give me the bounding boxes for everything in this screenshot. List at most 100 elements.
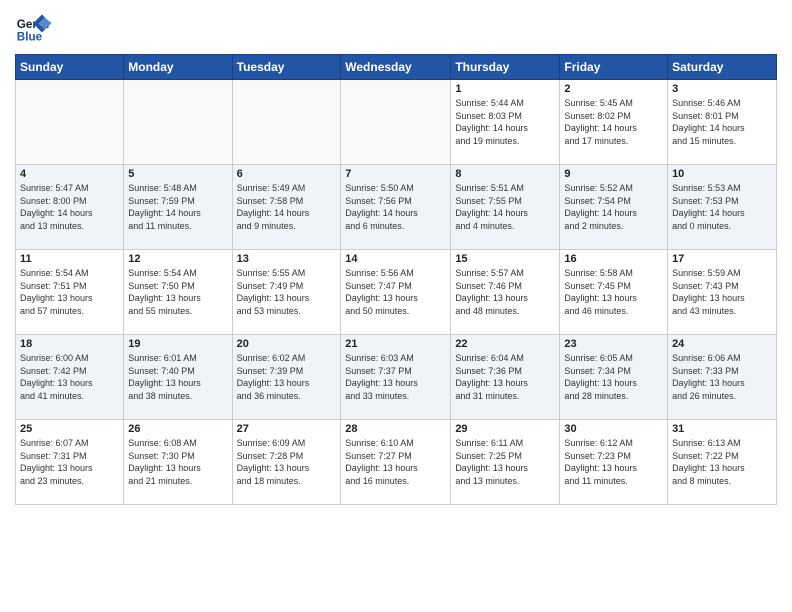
calendar-cell: 9Sunrise: 5:52 AM Sunset: 7:54 PM Daylig…: [560, 165, 668, 250]
day-info: Sunrise: 6:10 AM Sunset: 7:27 PM Dayligh…: [345, 437, 446, 487]
day-info: Sunrise: 5:56 AM Sunset: 7:47 PM Dayligh…: [345, 267, 446, 317]
calendar-cell: 30Sunrise: 6:12 AM Sunset: 7:23 PM Dayli…: [560, 420, 668, 505]
day-info: Sunrise: 6:05 AM Sunset: 7:34 PM Dayligh…: [564, 352, 663, 402]
day-info: Sunrise: 5:44 AM Sunset: 8:03 PM Dayligh…: [455, 97, 555, 147]
calendar-cell: 16 Sunrise: 5:58 AM Sunset: 7:45 PM Dayli…: [560, 250, 668, 335]
calendar-cell: 19Sunrise: 6:01 AM Sunset: 7:40 PM Dayli…: [124, 335, 232, 420]
calendar-cell: 13 Sunrise: 5:55 AM Sunset: 7:49 PM Dayli…: [232, 250, 341, 335]
week-row-1: 1 Sunrise: 5:44 AM Sunset: 8:03 PM Daylig…: [16, 80, 777, 165]
weekday-header-sunday: Sunday: [16, 55, 124, 80]
day-number: 16: [564, 253, 663, 265]
calendar-cell: 7 Sunrise: 5:50 AM Sunset: 7:56 PM Daylig…: [341, 165, 451, 250]
calendar-cell: 31Sunrise: 6:13 AM Sunset: 7:22 PM Dayli…: [668, 420, 777, 505]
calendar-cell: 21 Sunrise: 6:03 AM Sunset: 7:37 PM Dayli…: [341, 335, 451, 420]
calendar-cell: 4 Sunrise: 5:47 AM Sunset: 8:00 PM Daylig…: [16, 165, 124, 250]
calendar-cell: 26Sunrise: 6:08 AM Sunset: 7:30 PM Dayli…: [124, 420, 232, 505]
calendar-cell: 11 Sunrise: 5:54 AM Sunset: 7:51 PM Dayli…: [16, 250, 124, 335]
day-number: 7: [345, 168, 446, 180]
day-info: Sunrise: 6:11 AM Sunset: 7:25 PM Dayligh…: [455, 437, 555, 487]
calendar: SundayMondayTuesdayWednesdayThursdayFrid…: [15, 54, 777, 505]
day-info: Sunrise: 5:58 AM Sunset: 7:45 PM Dayligh…: [564, 267, 663, 317]
day-number: 3: [672, 83, 772, 95]
logo: General Blue: [15, 10, 55, 46]
calendar-cell: 10Sunrise: 5:53 AM Sunset: 7:53 PM Dayli…: [668, 165, 777, 250]
day-number: 6: [237, 168, 337, 180]
calendar-cell: 6 Sunrise: 5:49 AM Sunset: 7:58 PM Daylig…: [232, 165, 341, 250]
day-number: 29: [455, 423, 555, 435]
day-number: 9: [564, 168, 663, 180]
calendar-cell: 15 Sunrise: 5:57 AM Sunset: 7:46 PM Dayli…: [451, 250, 560, 335]
day-number: 8: [455, 168, 555, 180]
calendar-cell: 28 Sunrise: 6:10 AM Sunset: 7:27 PM Dayli…: [341, 420, 451, 505]
day-info: Sunrise: 6:12 AM Sunset: 7:23 PM Dayligh…: [564, 437, 663, 487]
day-info: Sunrise: 5:45 AM Sunset: 8:02 PM Dayligh…: [564, 97, 663, 147]
week-row-3: 11 Sunrise: 5:54 AM Sunset: 7:51 PM Dayli…: [16, 250, 777, 335]
day-info: Sunrise: 5:54 AM Sunset: 7:51 PM Dayligh…: [20, 267, 119, 317]
weekday-header-friday: Friday: [560, 55, 668, 80]
day-info: Sunrise: 6:09 AM Sunset: 7:28 PM Dayligh…: [237, 437, 337, 487]
day-number: 15: [455, 253, 555, 265]
calendar-cell: 25 Sunrise: 6:07 AM Sunset: 7:31 PM Dayli…: [16, 420, 124, 505]
day-info: Sunrise: 6:04 AM Sunset: 7:36 PM Dayligh…: [455, 352, 555, 402]
week-row-2: 4 Sunrise: 5:47 AM Sunset: 8:00 PM Daylig…: [16, 165, 777, 250]
day-info: Sunrise: 5:55 AM Sunset: 7:49 PM Dayligh…: [237, 267, 337, 317]
calendar-cell: 1 Sunrise: 5:44 AM Sunset: 8:03 PM Daylig…: [451, 80, 560, 165]
day-number: 28: [345, 423, 446, 435]
header: General Blue: [15, 10, 777, 46]
day-info: Sunrise: 5:46 AM Sunset: 8:01 PM Dayligh…: [672, 97, 772, 147]
day-info: Sunrise: 5:57 AM Sunset: 7:46 PM Dayligh…: [455, 267, 555, 317]
calendar-cell: 23Sunrise: 6:05 AM Sunset: 7:34 PM Dayli…: [560, 335, 668, 420]
day-info: Sunrise: 5:50 AM Sunset: 7:56 PM Dayligh…: [345, 182, 446, 232]
logo-icon: General Blue: [15, 10, 51, 46]
day-number: 5: [128, 168, 227, 180]
week-row-4: 18 Sunrise: 6:00 AM Sunset: 7:42 PM Dayli…: [16, 335, 777, 420]
day-info: Sunrise: 6:06 AM Sunset: 7:33 PM Dayligh…: [672, 352, 772, 402]
day-number: 31: [672, 423, 772, 435]
day-number: 1: [455, 83, 555, 95]
day-number: 22: [455, 338, 555, 350]
calendar-cell: 27 Sunrise: 6:09 AM Sunset: 7:28 PM Dayli…: [232, 420, 341, 505]
calendar-cell: 18 Sunrise: 6:00 AM Sunset: 7:42 PM Dayli…: [16, 335, 124, 420]
day-number: 19: [128, 338, 227, 350]
day-number: 21: [345, 338, 446, 350]
calendar-cell: [124, 80, 232, 165]
day-number: 4: [20, 168, 119, 180]
day-number: 14: [345, 253, 446, 265]
calendar-cell: [341, 80, 451, 165]
day-number: 13: [237, 253, 337, 265]
day-info: Sunrise: 6:08 AM Sunset: 7:30 PM Dayligh…: [128, 437, 227, 487]
day-number: 20: [237, 338, 337, 350]
day-info: Sunrise: 6:07 AM Sunset: 7:31 PM Dayligh…: [20, 437, 119, 487]
day-number: 11: [20, 253, 119, 265]
calendar-cell: 29 Sunrise: 6:11 AM Sunset: 7:25 PM Dayli…: [451, 420, 560, 505]
day-info: Sunrise: 5:48 AM Sunset: 7:59 PM Dayligh…: [128, 182, 227, 232]
calendar-cell: 3 Sunrise: 5:46 AM Sunset: 8:01 PM Daylig…: [668, 80, 777, 165]
day-info: Sunrise: 5:59 AM Sunset: 7:43 PM Dayligh…: [672, 267, 772, 317]
day-info: Sunrise: 5:54 AM Sunset: 7:50 PM Dayligh…: [128, 267, 227, 317]
calendar-cell: 22 Sunrise: 6:04 AM Sunset: 7:36 PM Dayli…: [451, 335, 560, 420]
day-number: 12: [128, 253, 227, 265]
day-info: Sunrise: 5:49 AM Sunset: 7:58 PM Dayligh…: [237, 182, 337, 232]
calendar-cell: 8 Sunrise: 5:51 AM Sunset: 7:55 PM Daylig…: [451, 165, 560, 250]
calendar-cell: 5 Sunrise: 5:48 AM Sunset: 7:59 PM Daylig…: [124, 165, 232, 250]
day-info: Sunrise: 6:02 AM Sunset: 7:39 PM Dayligh…: [237, 352, 337, 402]
calendar-cell: [16, 80, 124, 165]
calendar-cell: 17Sunrise: 5:59 AM Sunset: 7:43 PM Dayli…: [668, 250, 777, 335]
day-number: 18: [20, 338, 119, 350]
day-number: 25: [20, 423, 119, 435]
calendar-cell: 2Sunrise: 5:45 AM Sunset: 8:02 PM Daylig…: [560, 80, 668, 165]
day-info: Sunrise: 6:00 AM Sunset: 7:42 PM Dayligh…: [20, 352, 119, 402]
weekday-header-saturday: Saturday: [668, 55, 777, 80]
calendar-cell: 12 Sunrise: 5:54 AM Sunset: 7:50 PM Dayli…: [124, 250, 232, 335]
day-info: Sunrise: 5:51 AM Sunset: 7:55 PM Dayligh…: [455, 182, 555, 232]
day-info: Sunrise: 6:03 AM Sunset: 7:37 PM Dayligh…: [345, 352, 446, 402]
day-number: 27: [237, 423, 337, 435]
weekday-header-row: SundayMondayTuesdayWednesdayThursdayFrid…: [16, 55, 777, 80]
day-info: Sunrise: 5:47 AM Sunset: 8:00 PM Dayligh…: [20, 182, 119, 232]
weekday-header-thursday: Thursday: [451, 55, 560, 80]
day-info: Sunrise: 5:53 AM Sunset: 7:53 PM Dayligh…: [672, 182, 772, 232]
page: General Blue SundayMondayTuesdayWednesda…: [0, 0, 792, 612]
svg-text:Blue: Blue: [17, 31, 43, 44]
weekday-header-wednesday: Wednesday: [341, 55, 451, 80]
weekday-header-tuesday: Tuesday: [232, 55, 341, 80]
